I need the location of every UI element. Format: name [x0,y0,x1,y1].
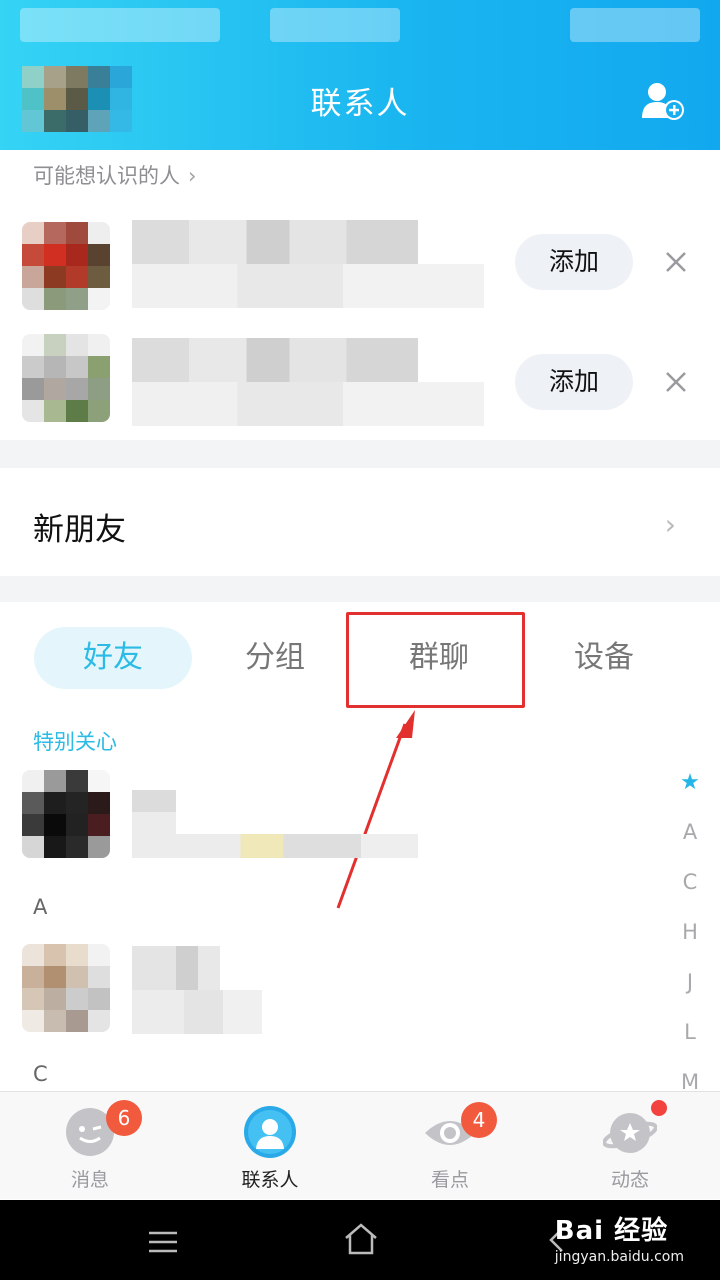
nav-moments[interactable]: 动态 [540,1092,720,1200]
contact-item[interactable] [0,768,660,868]
contacts-screen: 联系人 可能想认识的人 › 添加 添加 新朋友 › 好友 分组 群聊 设备 特别… [0,0,720,1280]
index-letter[interactable]: C [678,870,702,920]
nav-watch[interactable]: 4 看点 [360,1092,540,1200]
watch-badge: 4 [461,1102,497,1138]
contact-name [132,790,176,834]
nav-label: 动态 [610,1169,649,1191]
message-badge: 6 [106,1100,142,1136]
avatar [22,944,110,1032]
avatar [22,770,110,858]
index-letter[interactable]: J [678,970,702,1020]
section-special-care: 特别关心 [33,730,117,754]
notification-dot [651,1100,667,1116]
contact-item[interactable] [0,940,660,1040]
nav-label: 看点 [430,1169,469,1191]
home-icon[interactable] [343,1222,379,1260]
watermark-title: Bai 经验 [554,1216,669,1246]
watermark-url: jingyan.baidu.com [554,1249,684,1265]
contact-status [132,990,262,1034]
index-letter[interactable]: A [678,820,702,870]
section-a: A [33,895,48,919]
section-c: C [33,1062,48,1086]
nav-messages[interactable]: 6 消息 [0,1092,180,1200]
nav-contacts[interactable]: 联系人 [180,1092,360,1200]
contact-status [132,834,418,858]
index-letter[interactable]: H [678,920,702,970]
contacts-icon [243,1105,297,1159]
annotation-arrow [336,710,415,909]
menu-icon[interactable] [147,1230,179,1258]
index-letter[interactable]: L [678,1020,702,1070]
index-star[interactable]: ★ [678,770,702,820]
alphabet-index-bar[interactable]: ★ A C H J L M [678,770,702,1120]
baidu-jingyan-watermark: Bai 经验 jingyan.baidu.com [555,1210,684,1265]
nav-label: 消息 [70,1169,109,1191]
planet-icon [602,1105,658,1159]
nav-label: 联系人 [241,1169,299,1191]
bottom-navigation: 6 消息 联系人 4 看点 动态 [0,1091,720,1199]
contact-name [132,946,220,990]
